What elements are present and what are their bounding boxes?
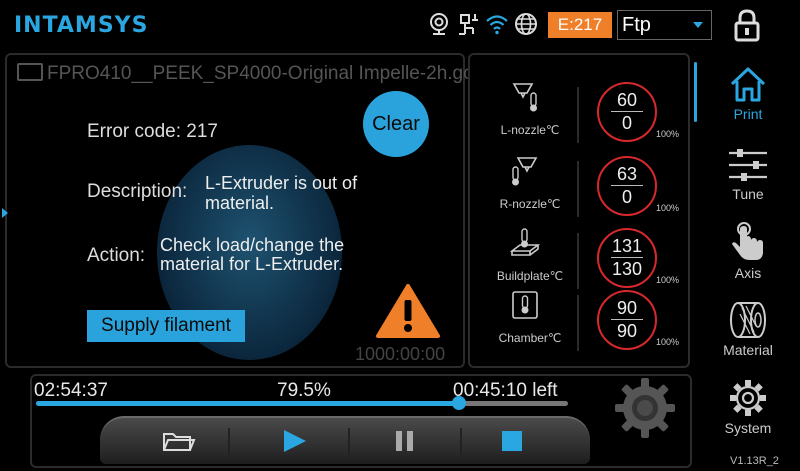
error-badge[interactable]: E:217 [548, 12, 612, 38]
storage-dropdown[interactable]: Ftp [617, 10, 712, 40]
print-controls [100, 416, 590, 464]
progress-bar [36, 396, 568, 410]
chevron-down-icon [693, 22, 703, 28]
progress-fill [36, 401, 459, 406]
temp-label: Buildplate℃ [496, 269, 564, 283]
nav-material[interactable]: Material [706, 298, 790, 374]
temp-current: 60 [616, 90, 638, 110]
chamber-icon [512, 291, 538, 319]
nav-material-label: Material [723, 342, 773, 358]
play-button[interactable] [264, 424, 324, 458]
temp-target: 130 [611, 259, 643, 279]
divider [228, 428, 230, 456]
storage-dropdown-value: Ftp [622, 14, 651, 36]
nav-active-indicator [694, 62, 697, 122]
divider [611, 185, 643, 186]
temperature-panel: L-nozzle℃ 60 0 100% R-nozzle℃ 63 0 100% [468, 53, 690, 368]
pause-button[interactable] [374, 424, 434, 458]
divider [577, 233, 579, 289]
temp-row-chamber[interactable]: Chamber℃ 90 90 100% [470, 287, 688, 359]
temp-gauge: 60 0 [597, 82, 657, 142]
folder-open-button[interactable] [148, 424, 208, 458]
temp-current: 63 [616, 164, 638, 184]
progress-knob [451, 396, 466, 410]
home-icon [730, 67, 766, 102]
hand-pointer-icon [732, 222, 763, 260]
divider [577, 161, 579, 217]
temp-row-r-nozzle[interactable]: R-nozzle℃ 63 0 100% [470, 153, 688, 225]
folder-icon [17, 63, 43, 81]
nav-system-label: System [724, 420, 772, 436]
temp-percent: 100% [656, 129, 680, 139]
firmware-version: V1.13R_2 [730, 455, 779, 467]
temp-gauge: 63 0 [597, 156, 657, 216]
nav-print-label: Print [733, 106, 763, 122]
temp-target: 0 [621, 113, 632, 133]
description-text: L-Extruder is out of material. [205, 173, 358, 213]
clear-button[interactable]: Clear [363, 91, 429, 157]
ethernet-icon[interactable] [456, 12, 480, 36]
error-code: Error code: 217 [87, 121, 218, 142]
top-bar: INTAMSYS E:217 Ftp [0, 0, 800, 52]
left-edge-marker [2, 208, 8, 218]
elapsed-time: 02:54:37 [34, 380, 108, 401]
divider [348, 428, 350, 456]
nav-system[interactable]: System [706, 378, 790, 454]
filament-spool-icon [730, 302, 766, 338]
temp-current: 131 [611, 236, 643, 256]
nav-print[interactable]: Print [706, 64, 790, 140]
nav-tune-label: Tune [732, 186, 764, 202]
temp-percent: 100% [656, 275, 680, 285]
nav-axis-label: Axis [734, 265, 762, 281]
temp-label: L-nozzle℃ [500, 123, 560, 137]
file-name-text: FPRO410__PEEK_SP4000-Original Impelle-2h… [47, 63, 505, 84]
wifi-icon[interactable] [485, 12, 509, 36]
r-nozzle-icon [512, 157, 538, 186]
settings-gear-icon[interactable] [612, 375, 678, 441]
remaining-time: 00:45:10 left [453, 380, 558, 401]
temp-row-l-nozzle[interactable]: L-nozzle℃ 60 0 100% [470, 79, 688, 151]
progress-percent: 79.5% [277, 380, 331, 401]
temp-gauge: 131 130 [597, 228, 657, 288]
warning-icon [376, 284, 440, 338]
sliders-icon [729, 149, 767, 181]
file-name: FPRO410__PEEK_SP4000-Original Impelle-2h… [17, 63, 504, 85]
l-nozzle-icon [512, 83, 537, 112]
temp-label: R-nozzle℃ [499, 197, 561, 211]
temp-current: 90 [616, 298, 638, 318]
action-label: Action: [87, 245, 146, 266]
supply-filament-button[interactable]: Supply filament [87, 310, 245, 342]
temp-label: Chamber℃ [498, 331, 562, 345]
temp-gauge: 90 90 [597, 290, 657, 350]
nav-tune[interactable]: Tune [706, 146, 790, 222]
description-label: Description: [87, 181, 188, 202]
brand-logo: INTAMSYS [14, 13, 149, 38]
divider [611, 111, 643, 112]
action-text: Check load/change the material for L-Ext… [160, 235, 345, 274]
divider [577, 295, 579, 351]
temp-target: 0 [621, 187, 632, 207]
temp-percent: 100% [656, 203, 680, 213]
divider [611, 319, 643, 320]
temp-percent: 100% [656, 337, 680, 347]
gear-icon [730, 380, 766, 416]
estimated-time: 1000:00:00 [355, 344, 446, 364]
stop-button[interactable] [482, 424, 542, 458]
lock-icon[interactable] [732, 8, 762, 42]
divider [460, 428, 462, 456]
temp-target: 90 [616, 321, 638, 341]
webcam-icon[interactable] [427, 12, 451, 36]
divider [577, 87, 579, 143]
error-panel: FPRO410__PEEK_SP4000-Original Impelle-2h… [5, 53, 504, 368]
nav-axis[interactable]: Axis [706, 221, 790, 297]
buildplate-icon [510, 228, 540, 256]
divider [611, 257, 643, 258]
globe-icon[interactable] [514, 12, 538, 36]
